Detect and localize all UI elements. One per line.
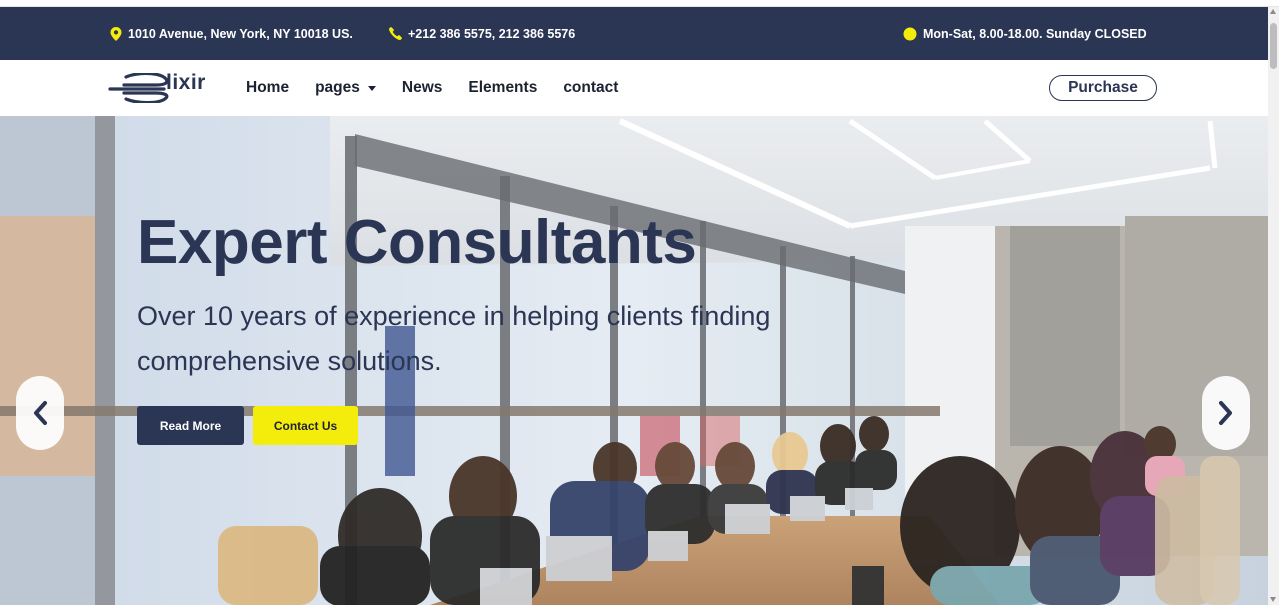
hero-title: Expert Consultants [137,208,697,277]
hero-subtitle: Over 10 years of experience in helping c… [137,301,771,376]
contact-info-bar: 1010 Avenue, New York, NY 10018 US. +212… [0,7,1268,60]
address-info: 1010 Avenue, New York, NY 10018 US. [110,7,353,60]
chevron-right-icon [1219,401,1232,425]
logo-text: lixir [166,71,206,94]
slider-next-button[interactable] [1202,376,1250,450]
main-navbar: lixir Home pages News Elements contact P… [0,60,1268,116]
phone-icon [389,27,402,40]
contact-us-button[interactable]: Contact Us [253,406,358,445]
nav-pages-label: pages [315,79,360,96]
nav-news-label: News [401,79,443,96]
slider-prev-button[interactable] [16,376,64,450]
logo-swoosh-icon [108,73,169,103]
read-more-button[interactable]: Read More [137,406,244,445]
purchase-button[interactable]: Purchase [1049,75,1157,101]
primary-nav: Home pages News Elements contact [246,60,644,116]
phone-text: +212 386 5575, 212 386 5576 [408,26,576,41]
map-pin-icon [110,26,122,41]
nav-elements-label: Elements [468,79,538,96]
hero-slider: Expert Consultants Over 10 years of expe… [0,116,1268,605]
caret-down-icon [367,86,376,91]
scroll-down-arrow-icon[interactable] [1270,597,1276,602]
nav-elements[interactable]: Elements [468,79,537,97]
site-logo[interactable]: lixir [108,68,218,108]
chevron-left-icon [34,401,47,425]
nav-home-label: Home [246,79,290,96]
address-text: 1010 Avenue, New York, NY 10018 US. [128,26,353,41]
nav-home[interactable]: Home [246,79,289,97]
page-scrollbar[interactable] [1268,7,1279,605]
nav-news[interactable]: News [402,79,443,97]
scroll-up-arrow-icon[interactable] [1270,9,1276,14]
clock-dot-icon [903,27,917,41]
nav-contact-label: contact [563,79,619,96]
phone-info: +212 386 5575, 212 386 5576 [389,7,575,60]
hours-info: Mon-Sat, 8.00-18.00. Sunday CLOSED [903,7,1147,60]
nav-pages-dropdown[interactable]: pages [315,79,376,97]
nav-contact[interactable]: contact [563,79,618,97]
hours-text: Mon-Sat, 8.00-18.00. Sunday CLOSED [923,26,1147,41]
browser-top-strip [0,0,1279,7]
scrollbar-thumb[interactable] [1270,23,1277,69]
